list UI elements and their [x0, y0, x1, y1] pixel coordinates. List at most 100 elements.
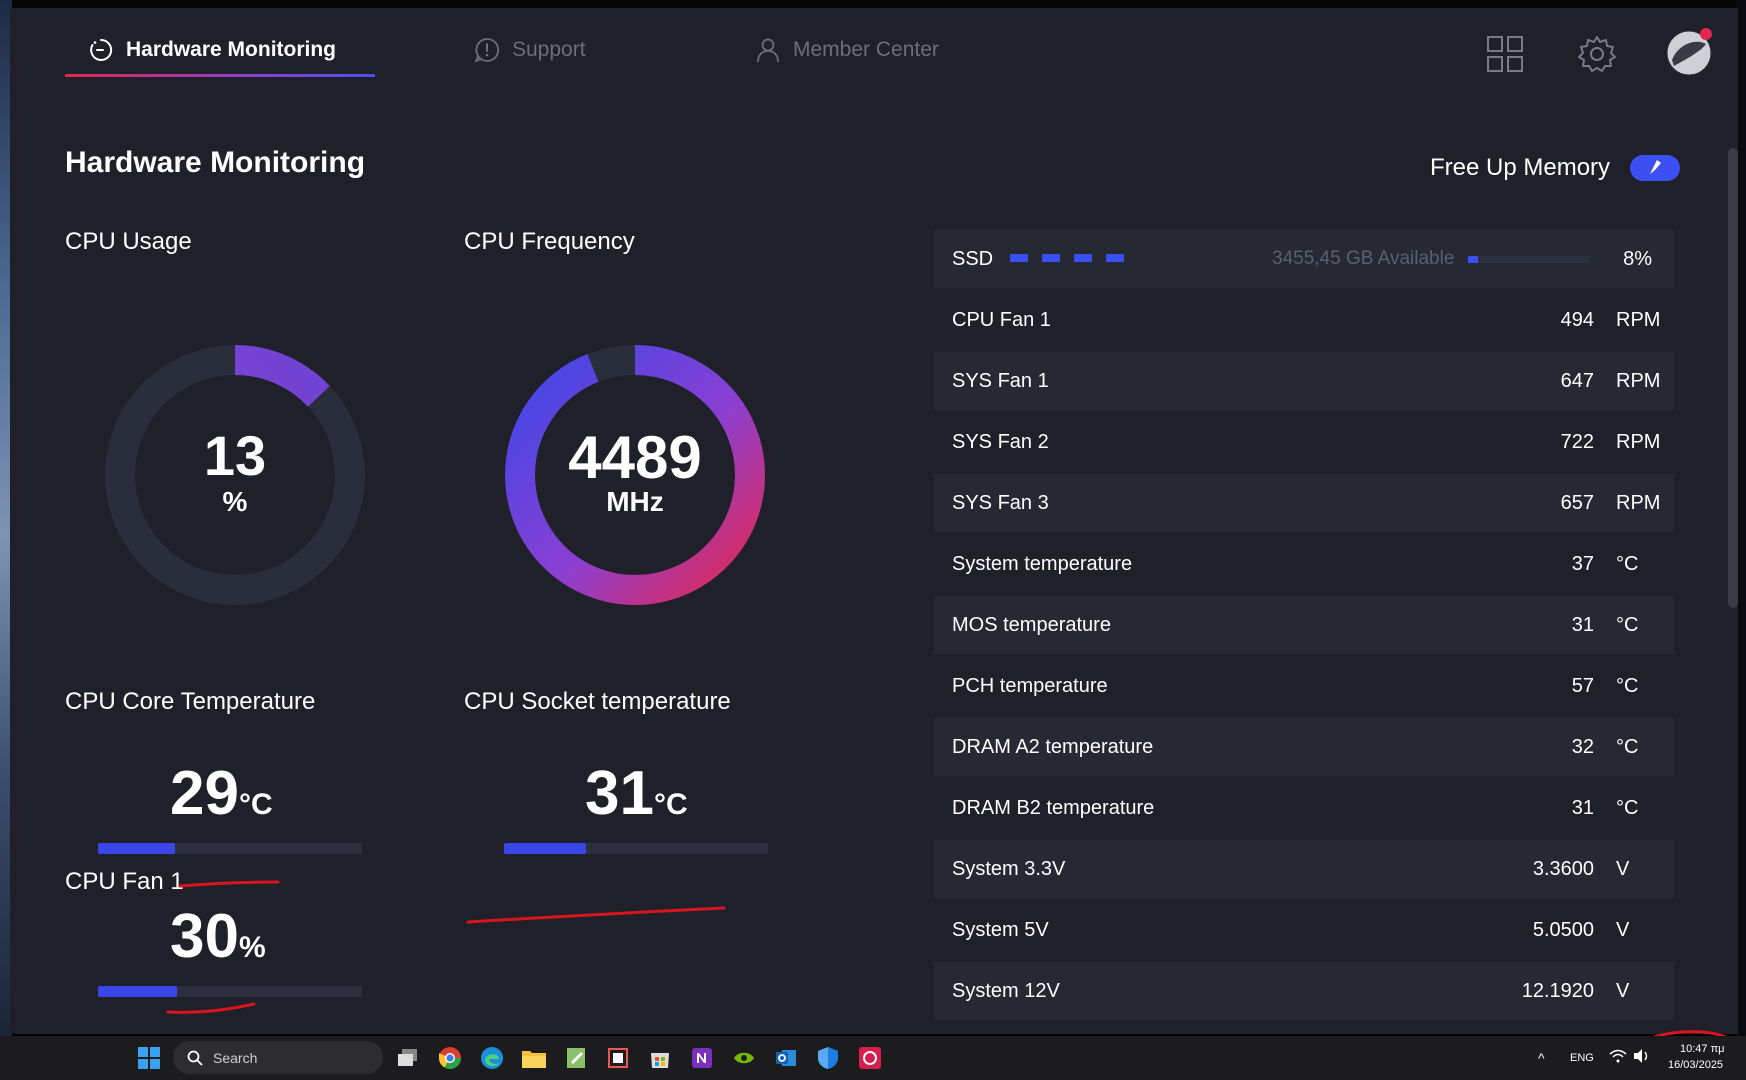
security-shield-icon[interactable]	[814, 1044, 842, 1072]
edge-icon[interactable]	[478, 1044, 506, 1072]
sensor-unit: V	[1616, 979, 1630, 1002]
sensor-unit: V	[1616, 918, 1630, 941]
sensor-unit: RPM	[1616, 369, 1661, 392]
volume-icon[interactable]	[1632, 1046, 1652, 1066]
sensor-unit: °C	[1616, 613, 1639, 636]
avatar[interactable]	[1666, 28, 1712, 76]
microsoft-store-icon[interactable]	[646, 1044, 674, 1072]
tray-overflow-icon[interactable]: ^	[1538, 1050, 1545, 1066]
ssd-available: 3455,45 GB Available	[1272, 248, 1455, 269]
grid-icon[interactable]	[1485, 34, 1525, 74]
sensor-value: 3.3600	[1532, 857, 1594, 880]
sensor-row: System 3.3V 3.3600 V	[934, 840, 1674, 898]
sensor-value: 722	[1560, 430, 1594, 453]
alert-icon	[474, 38, 500, 63]
task-view-icon[interactable]	[394, 1044, 422, 1072]
free-up-memory-button[interactable]	[1630, 155, 1681, 181]
sensor-value: 37	[1571, 552, 1594, 575]
ssd-usage-bar	[1468, 256, 1590, 263]
notepad-icon[interactable]	[562, 1044, 590, 1072]
notification-dot	[1700, 28, 1712, 40]
windows-start-icon[interactable]	[135, 1044, 163, 1072]
page-title: Hardware Monitoring	[65, 146, 366, 179]
cpu-fan-label: CPU Fan 1	[65, 868, 184, 895]
cpu-fan-bar	[98, 986, 362, 997]
temp-unit: °C	[653, 788, 688, 821]
sensor-unit: RPM	[1616, 491, 1661, 514]
file-explorer-icon[interactable]	[520, 1044, 548, 1072]
scrollbar[interactable]	[1728, 148, 1738, 608]
snipping-tool-icon[interactable]	[604, 1044, 632, 1072]
language-indicator[interactable]: ENG	[1570, 1052, 1594, 1064]
gear-icon[interactable]	[1577, 34, 1617, 74]
active-tab-indicator	[65, 74, 375, 77]
ssd-row: SSD 3455,45 GB Available 8%	[934, 230, 1674, 288]
taskbar-search[interactable]: Search	[173, 1041, 383, 1074]
sensor-row: System 5V 5.0500 V	[934, 901, 1674, 959]
bar-fill	[1468, 256, 1478, 263]
chrome-icon[interactable]	[436, 1044, 464, 1072]
hardware-monitor-app-icon[interactable]	[856, 1044, 884, 1072]
cpu-socket-temp-label: CPU Socket temperature	[464, 688, 731, 715]
sensor-label: PCH temperature	[952, 674, 1108, 697]
window-top-edge	[0, 0, 1746, 8]
sensor-unit: °C	[1616, 735, 1639, 758]
temp-number: 31	[585, 759, 654, 828]
tab-hardware-monitoring[interactable]: Hardware Monitoring	[88, 30, 336, 70]
sensor-label: System 5V	[952, 918, 1049, 941]
fan-unit: %	[238, 931, 266, 964]
wifi-icon[interactable]	[1608, 1046, 1628, 1066]
sensor-value: 5.0500	[1532, 918, 1594, 941]
cpu-core-temp-bar	[98, 843, 362, 854]
fan-number: 30	[170, 902, 239, 971]
tab-label: Support	[512, 38, 586, 61]
sensor-row: SYS Fan 1 647 RPM	[934, 352, 1674, 410]
free-up-memory-label: Free Up Memory	[1430, 154, 1611, 181]
sensor-row: System temperature 37 °C	[934, 535, 1674, 593]
sensor-row: CPU Fan 1 494 RPM	[934, 291, 1674, 349]
sensor-unit: °C	[1616, 796, 1639, 819]
sensor-label: System 3.3V	[952, 857, 1066, 880]
cpu-usage-label: CPU Usage	[65, 228, 192, 255]
cpu-frequency-label: CPU Frequency	[464, 228, 635, 255]
outlook-icon[interactable]	[772, 1044, 800, 1072]
cpu-socket-temp-bar	[504, 843, 768, 854]
sensor-row: System 12V 12.1920 V	[934, 962, 1674, 1020]
sensor-value: 647	[1560, 369, 1594, 392]
tab-label: Member Center	[793, 38, 939, 61]
cpu-usage-value: 13	[203, 424, 267, 487]
sensor-unit: V	[1616, 857, 1630, 880]
sensor-value: 494	[1560, 308, 1594, 331]
onenote-icon[interactable]	[688, 1044, 716, 1072]
sensor-value: 12.1920	[1521, 979, 1594, 1002]
search-placeholder: Search	[213, 1049, 258, 1066]
temp-unit: °C	[238, 788, 273, 821]
sensor-value: 32	[1571, 735, 1594, 758]
sensor-value: 57	[1571, 674, 1594, 697]
free-up-memory: Free Up Memory	[1430, 154, 1681, 182]
tab-support[interactable]: Support	[474, 30, 586, 70]
clock-date[interactable]: 16/03/2025	[1668, 1059, 1723, 1071]
cpu-frequency-unit: MHz	[606, 486, 664, 517]
windows-taskbar: Search ^ ENG 10:47 πμ 16/03/2025	[0, 1036, 1746, 1080]
sensor-row: PCH temperature 57 °C	[934, 657, 1674, 715]
clock-time[interactable]: 10:47 πμ	[1680, 1043, 1725, 1055]
user-icon	[757, 38, 779, 63]
cpu-core-temp-value: 29°C	[170, 758, 273, 829]
sensor-label: DRAM A2 temperature	[952, 735, 1154, 758]
sensor-value: 31	[1571, 613, 1594, 636]
sensor-label: SYS Fan 1	[952, 369, 1049, 392]
sensor-row: SYS Fan 3 657 RPM	[934, 474, 1674, 532]
sensor-label: MOS temperature	[952, 613, 1111, 636]
sensor-list: SSD 3455,45 GB Available 8% CPU Fan 1 494…	[934, 230, 1674, 1023]
rocket-icon	[1650, 160, 1662, 174]
sensor-unit: RPM	[1616, 308, 1661, 331]
sensor-label: System 12V	[952, 979, 1060, 1002]
cpu-core-temp-label: CPU Core Temperature	[65, 688, 316, 715]
top-navigation: Hardware Monitoring Support Member Cente…	[10, 8, 1738, 88]
bar-fill	[98, 986, 178, 997]
tab-member-center[interactable]: Member Center	[755, 30, 939, 70]
bar-fill	[98, 843, 175, 854]
sensor-unit: °C	[1616, 552, 1639, 575]
nvidia-icon[interactable]	[730, 1044, 758, 1072]
